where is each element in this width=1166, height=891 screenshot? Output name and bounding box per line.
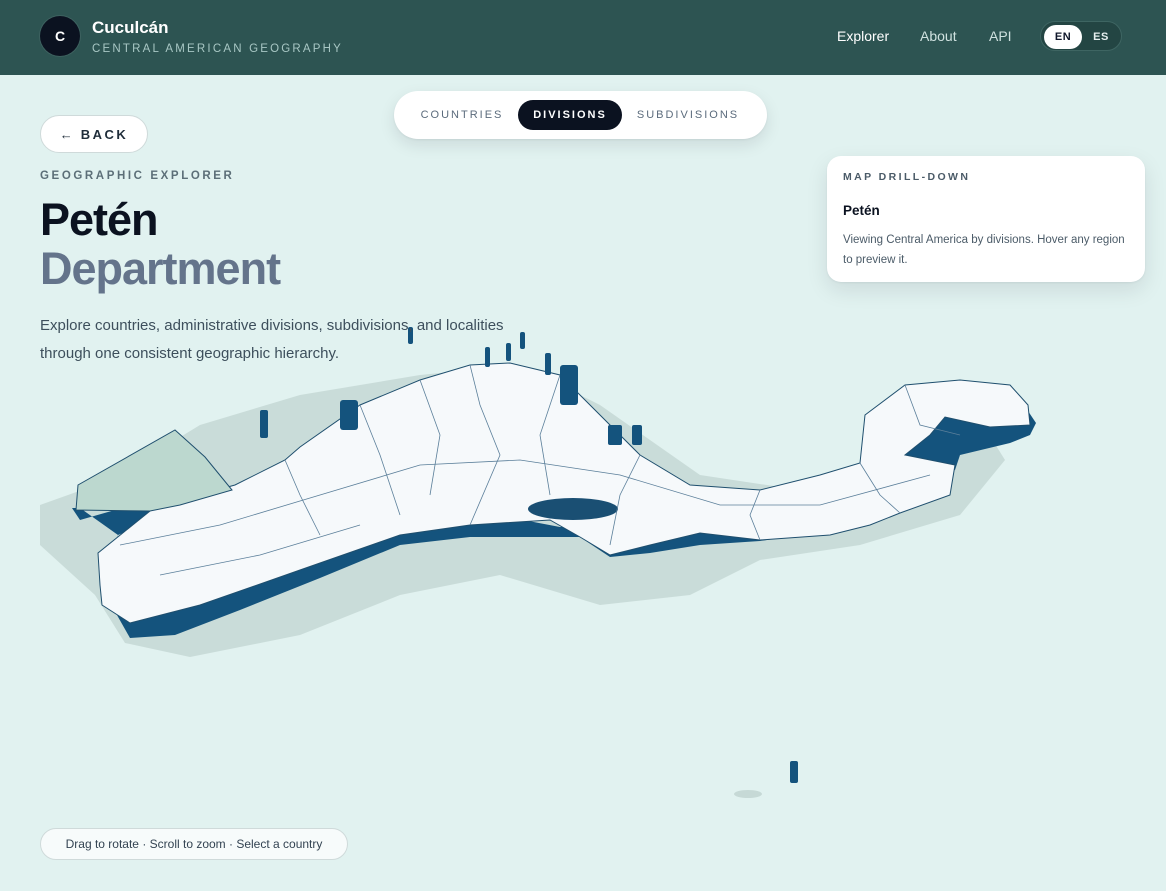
brand-name[interactable]: Cuculcán	[92, 18, 169, 38]
logo-badge[interactable]: C	[40, 16, 80, 56]
page-title: Petén	[40, 194, 159, 245]
top-bar: C Cuculcán CENTRAL AMERICAN GEOGRAPHY Ex…	[0, 0, 1166, 75]
nav-about[interactable]: About	[920, 28, 957, 44]
island-shadow	[734, 790, 762, 798]
map-hint: Drag to rotate · Scroll to zoom · Select…	[40, 828, 348, 860]
nav-explorer[interactable]: Explorer	[837, 28, 889, 44]
card-title: Petén	[843, 203, 880, 218]
drilldown-card: MAP DRILL-DOWN Petén Viewing Central Ame…	[827, 156, 1145, 282]
back-label: BACK	[80, 126, 129, 142]
page-subtitle: Department	[40, 243, 281, 294]
tab-countries[interactable]: COUNTRIES	[410, 100, 514, 130]
hero-eyebrow: GEOGRAPHIC EXPLORER	[40, 170, 235, 182]
card-text: Viewing Central America by divisions. Ho…	[843, 234, 1125, 266]
lang-en-button[interactable]: EN	[1044, 25, 1082, 49]
hero-description: Explore countries, administrative divisi…	[40, 317, 504, 362]
lake-nicaragua	[528, 498, 618, 520]
arrow-left-icon: ←	[59, 126, 73, 142]
level-switch: COUNTRIES DIVISIONS SUBDIVISIONS	[394, 91, 767, 139]
back-button[interactable]: ← BACK	[40, 115, 148, 153]
brand-tagline: CENTRAL AMERICAN GEOGRAPHY	[92, 43, 344, 55]
card-eyebrow: MAP DRILL-DOWN	[843, 171, 971, 183]
nav-api[interactable]: API	[989, 28, 1012, 44]
tab-divisions[interactable]: DIVISIONS	[518, 100, 622, 130]
language-toggle: EN ES	[1040, 21, 1122, 51]
tab-subdivisions[interactable]: SUBDIVISIONS	[626, 100, 750, 130]
lang-es-button[interactable]: ES	[1083, 25, 1119, 49]
